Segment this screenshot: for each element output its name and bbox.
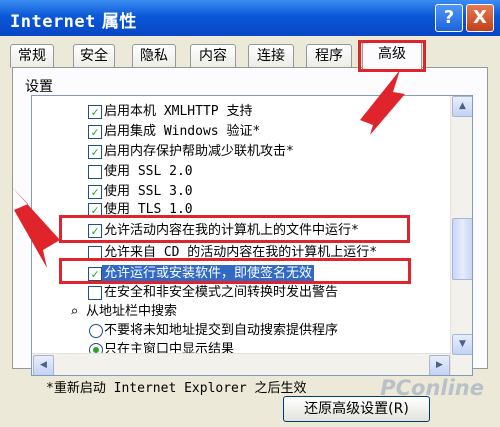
arrow-to-advanced-tab <box>360 70 405 135</box>
arrow-to-active-content <box>10 185 60 268</box>
annotation-arrows <box>10 70 405 268</box>
